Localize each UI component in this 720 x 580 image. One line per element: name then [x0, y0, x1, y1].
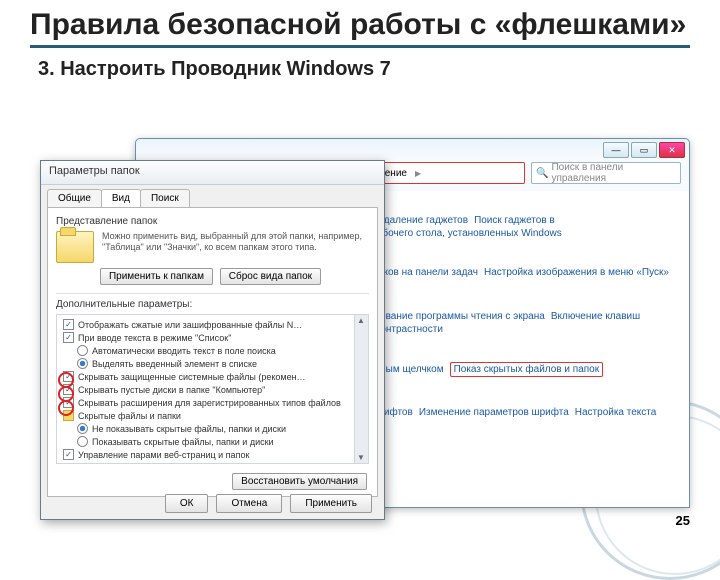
adv-setting-row[interactable]: Скрытые файлы и папки [59, 409, 366, 422]
search-input[interactable]: 🔍 Поиск в панели управления [531, 162, 681, 184]
adv-setting-row[interactable]: Выделять введенный элемент в списке [59, 357, 366, 370]
close-button[interactable]: ✕ [659, 142, 685, 158]
cancel-button[interactable]: Отмена [216, 494, 282, 513]
tab-Общие[interactable]: Общие [47, 189, 102, 207]
minimize-button[interactable]: — [603, 142, 629, 158]
radio-icon[interactable] [77, 423, 88, 434]
adv-setting-row[interactable]: ✓ При вводе текста в режиме "Список" [59, 331, 366, 344]
adv-setting-row[interactable]: ✓ Скрывать пустые диски в папке "Компьюте… [59, 383, 366, 396]
adv-setting-row[interactable]: ✓ Скрывать защищенные системные файлы (ре… [59, 370, 366, 383]
search-placeholder: Поиск в панели управления [551, 162, 676, 184]
adv-setting-label: Скрытые файлы и папки [78, 411, 181, 421]
adv-setting-label: Автоматически вводить текст в поле поиск… [92, 346, 276, 356]
slide-subtitle: 3. Настроить Проводник Windows 7 [38, 58, 690, 81]
checkbox-icon[interactable]: ✓ [63, 397, 74, 408]
tab-Поиск[interactable]: Поиск [140, 189, 190, 207]
checkbox-icon[interactable]: ✓ [63, 332, 74, 343]
adv-setting-label: Не показывать скрытые файлы, папки и дис… [92, 424, 286, 434]
maximize-button[interactable]: ▭ [631, 142, 657, 158]
adv-setting-label: Выделять введенный элемент в списке [92, 359, 257, 369]
restore-defaults-button[interactable]: Восстановить умолчания [232, 473, 367, 490]
folder-icon [56, 231, 94, 263]
adv-setting-label: При вводе текста в режиме "Список" [78, 333, 231, 343]
chevron-right-icon: ▶ [415, 169, 421, 178]
dialog-tabs: ОбщиеВидПоиск [41, 185, 384, 207]
adv-setting-label: Скрывать пустые диски в папке "Компьютер… [78, 385, 265, 395]
group-title-view: Представление папок [56, 216, 369, 227]
category-link[interactable]: Показ скрытых файлов и папок [450, 362, 604, 378]
ok-button[interactable]: ОК [165, 494, 209, 513]
checkbox-icon[interactable]: ✓ [63, 319, 74, 330]
category-link[interactable]: Изменение параметров шрифта [419, 407, 569, 418]
advanced-settings-list[interactable]: ✓ Отображать сжатые или зашифрованные фай… [56, 314, 369, 464]
category-link[interactable]: Настройка изображения в меню «Пуск» [484, 267, 669, 278]
category-link[interactable]: Удаление гаджетов [378, 215, 468, 226]
folder-node-icon[interactable] [63, 410, 74, 421]
adv-setting-row[interactable]: ✓ Скрывать расширения для зарегистрирован… [59, 396, 366, 409]
adv-setting-label: Скрывать расширения для зарегистрированн… [78, 398, 341, 408]
radio-icon[interactable] [77, 436, 88, 447]
adv-setting-row[interactable]: ✓ Управление парами веб-страниц и папок [59, 448, 366, 461]
tab-Вид[interactable]: Вид [101, 189, 141, 207]
adv-setting-row[interactable]: ✓ Отображать сжатые или зашифрованные фай… [59, 318, 366, 331]
adv-setting-row[interactable]: Показывать скрытые файлы, папки и диски [59, 435, 366, 448]
apply-button[interactable]: Применить [290, 494, 372, 513]
search-icon: 🔍 [536, 168, 548, 179]
group-title-advanced: Дополнительные параметры: [56, 299, 369, 310]
adv-setting-label: Скрывать защищенные системные файлы (рек… [78, 372, 306, 382]
checkbox-icon[interactable]: ✓ [63, 384, 74, 395]
dialog-title: Параметры папок [41, 161, 384, 185]
adv-setting-row[interactable]: Автоматически вводить текст в поле поиск… [59, 344, 366, 357]
radio-icon[interactable] [77, 358, 88, 369]
adv-setting-row[interactable]: Не показывать скрытые файлы, папки и дис… [59, 422, 366, 435]
radio-icon[interactable] [77, 345, 88, 356]
adv-setting-label: Отображать сжатые или зашифрованные файл… [78, 320, 302, 330]
reset-folders-button[interactable]: Сброс вида папок [220, 268, 321, 285]
adv-setting-label: Показывать скрытые файлы, папки и диски [92, 437, 274, 447]
page-number: 25 [676, 513, 690, 528]
apply-to-folders-button[interactable]: Применить к папкам [100, 268, 213, 285]
scrollbar[interactable] [354, 315, 368, 463]
folder-options-dialog: Параметры папок ОбщиеВидПоиск Представле… [40, 160, 385, 520]
checkbox-icon[interactable]: ✓ [63, 449, 74, 460]
adv-setting-label: Управление парами веб-страниц и папок [78, 450, 249, 460]
slide-title: Правила безопасной работы с «флешками» [30, 8, 690, 48]
group-text: Можно применить вид, выбранный для этой … [102, 231, 369, 254]
checkbox-icon[interactable]: ✓ [63, 371, 74, 382]
dialog-panel: Представление папок Можно применить вид,… [47, 207, 378, 497]
